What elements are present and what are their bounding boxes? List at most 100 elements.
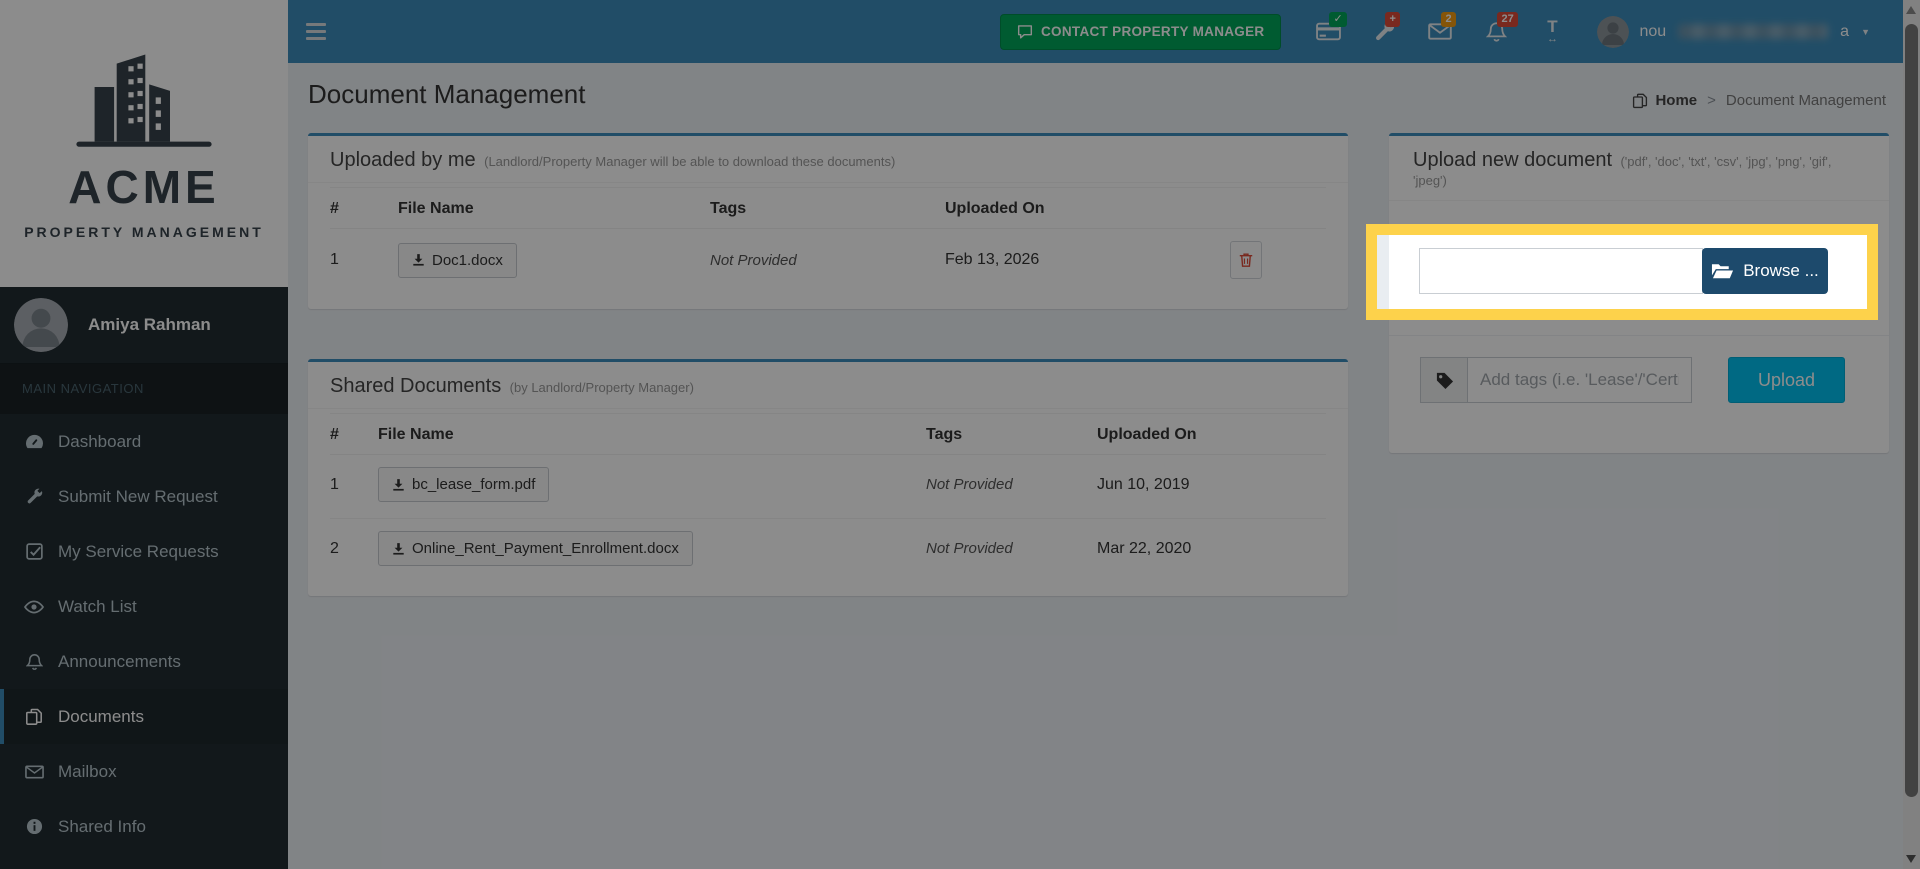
sidebar-item-label: Dashboard	[58, 431, 142, 451]
row-number: 2	[330, 539, 339, 557]
download-file-button[interactable]: Online_Rent_Payment_Enrollment.docx	[378, 531, 693, 566]
sidebar-item-shared-info[interactable]: Shared Info	[0, 799, 288, 854]
uploaded-box-subtitle: (Landlord/Property Manager will be able …	[484, 154, 896, 169]
sidebar-item-documents[interactable]: Documents	[0, 689, 288, 744]
envelope-icon	[22, 764, 46, 779]
file-name: Doc1.docx	[432, 251, 503, 269]
sidebar-item-label: Mailbox	[58, 761, 117, 781]
user-menu[interactable]: nou a ▼	[1597, 15, 1870, 48]
browser-scrollbar[interactable]	[1903, 0, 1920, 869]
documents-icon	[22, 708, 46, 726]
sidebar-item-label: Submit New Request	[58, 486, 218, 506]
tags-row: Upload	[1420, 357, 1889, 453]
row-tags: Not Provided	[926, 540, 1013, 557]
scrollbar-thumb[interactable]	[1905, 24, 1918, 797]
navbar-avatar	[1597, 15, 1630, 48]
uploaded-table: # File Name Tags Uploaded On 1 Doc1.docx…	[308, 183, 1348, 309]
download-icon	[413, 254, 424, 266]
payments-menu[interactable]: ✓	[1305, 10, 1351, 54]
mail-badge: 2	[1441, 11, 1456, 28]
documents-icon	[1633, 93, 1648, 108]
bell-icon	[22, 653, 46, 671]
breadcrumb: Home > Document Management	[1632, 92, 1886, 109]
file-name: bc_lease_form.pdf	[412, 476, 536, 493]
breadcrumb-home[interactable]: Home	[1655, 92, 1697, 109]
table-row: 1 Doc1.docx Not Provided Feb 13, 2026	[330, 229, 1326, 295]
navbar-right: CONTACT PROPERTY MANAGER ✓ + 2 27 T ↔ no…	[1000, 10, 1903, 54]
highlight-left-strip	[1377, 235, 1389, 309]
delete-document-button[interactable]	[1230, 241, 1262, 279]
row-tags: Not Provided	[926, 476, 1013, 493]
sidebar-item-label: Watch List	[58, 596, 137, 616]
col-file-name: File Name	[398, 200, 474, 217]
tags-input[interactable]	[1468, 357, 1692, 403]
user-avatar	[14, 298, 68, 352]
sidebar-item-label: My Service Requests	[58, 541, 219, 561]
user-name-redacted	[1678, 24, 1829, 39]
sidebar-toggle-button[interactable]	[306, 19, 326, 44]
content-area: Document Management Home > Document Mana…	[288, 63, 1903, 869]
notifications-badge: 27	[1497, 11, 1518, 28]
comment-icon	[1017, 25, 1033, 39]
acme-logo: ACME PROPERTY MANAGEMENT	[0, 0, 288, 287]
breadcrumb-current: Document Management	[1725, 92, 1886, 109]
chevron-down-icon: ▼	[1861, 26, 1870, 37]
sidebar-item-watch-list[interactable]: Watch List	[0, 579, 288, 634]
info-icon	[22, 818, 46, 835]
sidebar-item-label: Documents	[58, 706, 144, 726]
upload-box-header: Upload new document ('pdf', 'doc', 'txt'…	[1389, 136, 1889, 201]
sidebar-item-my-service-requests[interactable]: My Service Requests	[0, 524, 288, 579]
upload-button[interactable]: Upload	[1728, 357, 1845, 403]
dashboard-icon	[22, 433, 46, 450]
shared-table-rows: 1 bc_lease_form.pdf Not Provided Jun 10,…	[330, 455, 1326, 582]
row-uploaded-on: Feb 13, 2026	[945, 251, 1040, 268]
shared-table: # File Name Tags Uploaded On 1 bc_lease_…	[308, 409, 1348, 596]
file-input[interactable]	[1419, 248, 1703, 294]
row-number: 1	[330, 475, 339, 493]
left-column: Uploaded by me (Landlord/Property Manage…	[308, 133, 1348, 646]
wrench-icon	[22, 488, 46, 505]
main-navigation-label: MAIN NAVIGATION	[0, 364, 288, 414]
notifications-menu[interactable]: 27	[1473, 10, 1519, 54]
payments-badge: ✓	[1329, 11, 1347, 28]
scroll-down-arrow[interactable]	[1906, 855, 1916, 863]
contact-property-manager-button[interactable]: CONTACT PROPERTY MANAGER	[1000, 13, 1282, 50]
mail-menu[interactable]: 2	[1417, 10, 1463, 54]
download-file-button[interactable]: bc_lease_form.pdf	[378, 467, 550, 502]
service-requests-badge: +	[1385, 11, 1400, 28]
col-num: #	[330, 200, 339, 217]
table-row: 1 bc_lease_form.pdf Not Provided Jun 10,…	[330, 455, 1326, 518]
sidebar-item-submit-new-request[interactable]: Submit New Request	[0, 469, 288, 524]
sidebar-item-mailbox[interactable]: Mailbox	[0, 744, 288, 799]
col-file-name: File Name	[378, 426, 454, 443]
col-num: #	[330, 426, 339, 443]
tutorial-highlight-box: Browse ...	[1366, 224, 1878, 320]
user-email-suffix: a	[1840, 22, 1850, 40]
download-file-button[interactable]: Doc1.docx	[398, 242, 517, 278]
sidebar-item-dashboard[interactable]: Dashboard	[0, 414, 288, 469]
uploaded-box-header: Uploaded by me (Landlord/Property Manage…	[308, 136, 1348, 183]
eye-icon	[22, 600, 46, 614]
breadcrumb-separator: >	[1707, 92, 1716, 109]
sidebar-item-announcements[interactable]: Announcements	[0, 634, 288, 689]
text-size-arrows: ↔	[1546, 33, 1558, 45]
shared-box-title: Shared Documents	[330, 375, 502, 397]
col-tags: Tags	[710, 200, 747, 217]
file-input-group: Browse ...	[1419, 248, 1828, 294]
top-navbar: CONTACT PROPERTY MANAGER ✓ + 2 27 T ↔ no…	[288, 0, 1903, 63]
row-uploaded-on: Mar 22, 2020	[1097, 539, 1192, 557]
divider	[1389, 335, 1889, 336]
table-row: 2 Online_Rent_Payment_Enrollment.docx No…	[330, 518, 1326, 582]
folder-open-icon	[1712, 264, 1734, 279]
row-number: 1	[330, 251, 339, 268]
sidebar: ACME PROPERTY MANAGEMENT Amiya Rahman MA…	[0, 0, 288, 869]
user-email-prefix: nou	[1639, 22, 1667, 40]
logo-title: ACME	[68, 160, 220, 213]
col-tags: Tags	[926, 426, 963, 443]
service-requests-menu[interactable]: +	[1361, 10, 1407, 54]
trash-icon	[1239, 253, 1253, 267]
browse-button[interactable]: Browse ...	[1702, 248, 1828, 294]
scroll-up-arrow[interactable]	[1906, 6, 1916, 14]
col-uploaded-on: Uploaded On	[945, 200, 1045, 217]
text-size-menu[interactable]: T ↔	[1529, 10, 1575, 54]
